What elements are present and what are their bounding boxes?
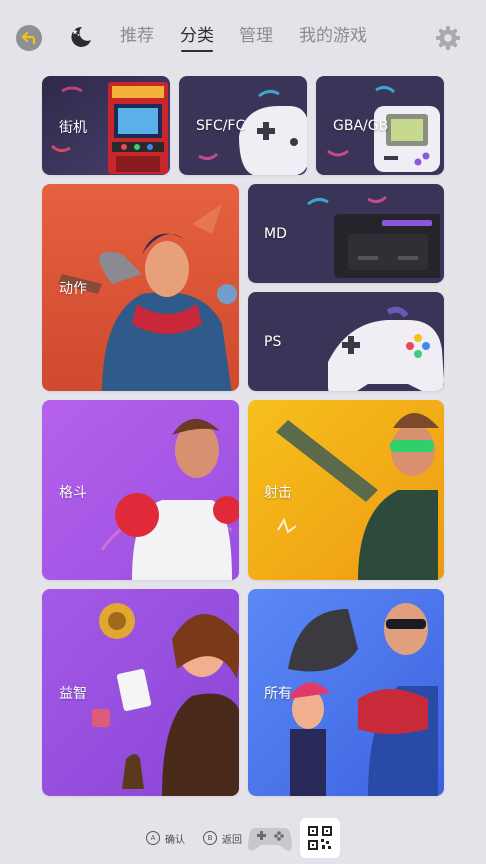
back-label: 返回 bbox=[222, 834, 242, 846]
gamepad-button[interactable] bbox=[248, 822, 292, 852]
category-card-shooting[interactable]: 射击 bbox=[248, 400, 444, 580]
a-key-icon: A bbox=[146, 831, 160, 845]
category-label-fighting: 格斗 bbox=[59, 485, 87, 501]
settings-gear-icon bbox=[436, 26, 460, 50]
category-card-gba-gb[interactable]: GBA/GB bbox=[316, 76, 444, 175]
category-card-action[interactable]: 动作 bbox=[42, 184, 239, 391]
b-key-icon: B bbox=[203, 831, 217, 845]
category-card-puzzle[interactable]: 益智 bbox=[42, 589, 239, 796]
confirm-label: 确认 bbox=[165, 834, 185, 846]
category-label-sfc-fc: SFC/FC bbox=[196, 118, 246, 134]
category-label-gba-gb: GBA/GB bbox=[333, 118, 389, 134]
tab-recommend[interactable]: 推荐 bbox=[120, 24, 154, 52]
tab-manage[interactable]: 管理 bbox=[239, 24, 273, 52]
settings-button[interactable] bbox=[434, 24, 462, 52]
category-label-arcade: 街机 bbox=[59, 120, 87, 136]
gamepad-icon bbox=[248, 828, 292, 851]
category-card-arcade[interactable]: 街机 bbox=[42, 76, 170, 175]
category-card-md[interactable]: MD bbox=[248, 184, 444, 283]
category-card-fighting[interactable]: 格斗 bbox=[42, 400, 239, 580]
category-card-sfc-fc[interactable]: SFC/FC bbox=[179, 76, 307, 175]
category-label-ps: PS bbox=[264, 334, 282, 350]
category-card-ps[interactable]: PS bbox=[248, 292, 444, 391]
tab-category[interactable]: 分类 bbox=[180, 24, 214, 52]
night-mode-icon bbox=[71, 26, 91, 47]
qr-code-button[interactable] bbox=[300, 818, 340, 858]
category-label-puzzle: 益智 bbox=[59, 686, 87, 702]
category-label-all: 所有 bbox=[264, 686, 292, 702]
back-hint: B 返回 bbox=[203, 830, 242, 846]
back-button[interactable] bbox=[16, 25, 42, 51]
qr-code-icon bbox=[308, 826, 332, 850]
night-mode-button[interactable] bbox=[68, 24, 94, 50]
confirm-hint: A 确认 bbox=[146, 830, 185, 846]
top-bar: 推荐 分类 管理 我的游戏 bbox=[0, 0, 486, 72]
category-card-all[interactable]: 所有 bbox=[248, 589, 444, 796]
bottom-hint-bar: A 确认 B 返回 bbox=[0, 808, 486, 864]
tab-my-games[interactable]: 我的游戏 bbox=[299, 24, 367, 52]
category-label-md: MD bbox=[264, 226, 287, 242]
category-label-shooting: 射击 bbox=[264, 485, 292, 501]
category-label-action: 动作 bbox=[59, 281, 87, 297]
back-arrow-icon bbox=[21, 31, 36, 45]
